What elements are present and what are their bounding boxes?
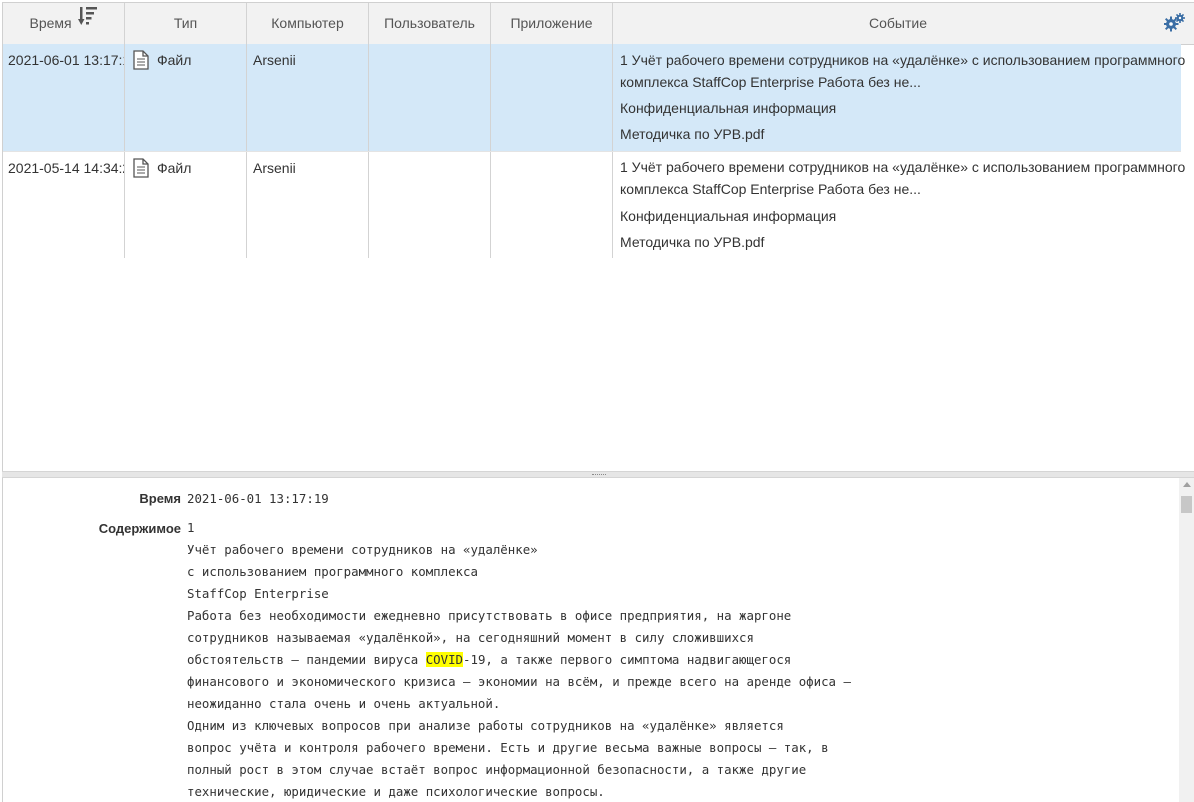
detail-time-label: Время: [139, 491, 181, 506]
events-grid: Время Тип Компьютер Пользователь Приложе…: [2, 2, 1194, 472]
cell-user: [369, 152, 491, 258]
column-header-computer[interactable]: Компьютер: [247, 3, 369, 44]
table-row[interactable]: 2021-05-14 14:34:2 Файл Arsenii 1 Учёт р…: [3, 151, 1186, 258]
file-document-icon: [132, 158, 150, 181]
cell-type: Файл: [125, 44, 247, 151]
detail-scrollbar[interactable]: [1179, 478, 1194, 802]
cell-time: 2021-05-14 14:34:2: [3, 152, 125, 258]
grid-header: Время Тип Компьютер Пользователь Приложе…: [3, 3, 1194, 45]
column-header-user[interactable]: Пользователь: [369, 3, 491, 44]
scroll-up-arrow-icon[interactable]: [1183, 482, 1191, 487]
column-header-time[interactable]: Время: [3, 3, 125, 44]
detail-panel: Время 2021-06-01 13:17:19 Содержимое 1 У…: [2, 478, 1178, 802]
content-line-covid: обстоятельств – пандемии вируса COVID-19…: [187, 652, 792, 667]
detail-time-value: 2021-06-01 13:17:19: [187, 491, 329, 506]
table-row[interactable]: 2021-06-01 13:17:1 Файл Arsenii 1 Учёт р…: [3, 44, 1186, 151]
cell-event: 1 Учёт рабочего времени сотрудников на «…: [620, 52, 1186, 142]
cell-app: [491, 152, 613, 258]
column-header-event[interactable]: Событие: [613, 3, 1183, 44]
cell-event: 1 Учёт рабочего времени сотрудников на «…: [620, 159, 1186, 250]
sort-descending-icon[interactable]: [77, 3, 98, 43]
file-document-icon: [132, 50, 150, 73]
pane-splitter[interactable]: [2, 471, 1194, 478]
detail-content-label: Содержимое: [98, 521, 181, 536]
cell-computer: Arsenii: [247, 152, 369, 258]
column-header-app[interactable]: Приложение: [491, 3, 613, 44]
cell-user: [369, 44, 491, 151]
splitter-grip[interactable]: [592, 474, 606, 477]
cell-computer: Arsenii: [247, 44, 369, 151]
cell-type: Файл: [125, 152, 247, 258]
column-header-type[interactable]: Тип: [125, 3, 247, 44]
cell-app: [491, 44, 613, 151]
gears-icon[interactable]: [1163, 12, 1186, 32]
column-header-time-label: Время: [29, 15, 72, 31]
search-highlight: COVID: [425, 652, 464, 667]
scrollbar-thumb[interactable]: [1181, 496, 1192, 513]
cell-time: 2021-06-01 13:17:1: [3, 44, 125, 151]
